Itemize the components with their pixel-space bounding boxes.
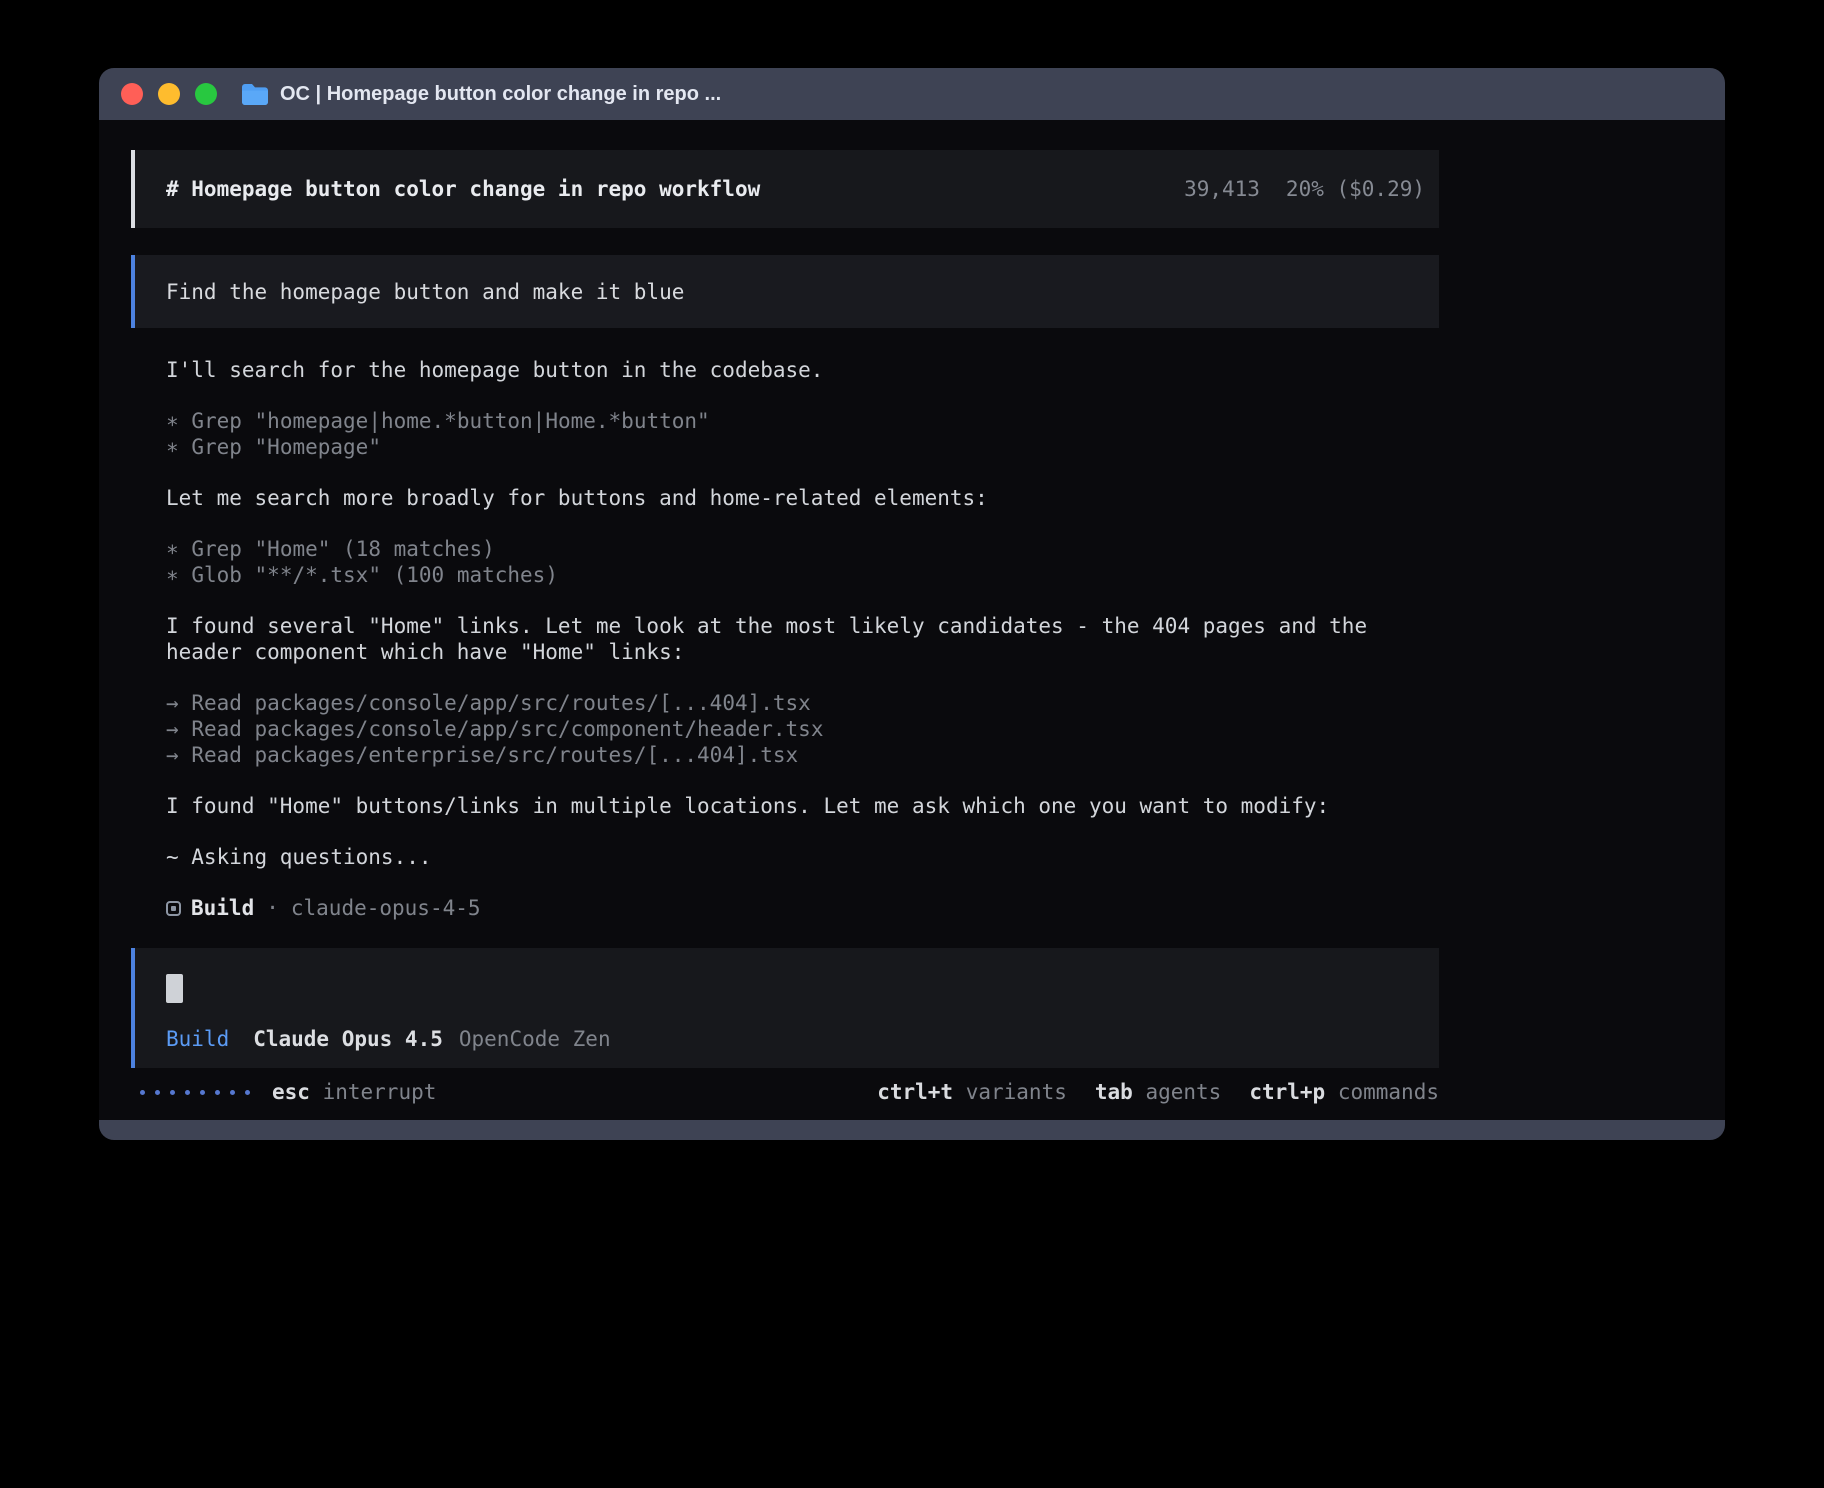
assistant-message: I'll search for the homepage button in t…	[166, 357, 1439, 383]
token-count: 39,413	[1184, 177, 1260, 201]
assistant-message: I found several "Home" links. Let me loo…	[166, 613, 1439, 665]
traffic-lights	[121, 83, 217, 105]
read-call: → Read packages/console/app/src/routes/[…	[166, 690, 1439, 716]
tool-call: ∗ Glob "**/*.tsx" (100 matches)	[166, 562, 1439, 588]
context-cost: 20% ($0.29)	[1286, 177, 1425, 201]
status-bar: esc interrupt ctrl+t variants tab agents…	[131, 1079, 1439, 1105]
model-status-line: Build Claude Opus 4.5 OpenCode Zen	[166, 1027, 1408, 1051]
user-message: Find the homepage button and make it blu…	[131, 255, 1439, 328]
tool-call-group: ∗ Grep "Home" (18 matches) ∗ Glob "**/*.…	[166, 536, 1439, 588]
read-call: → Read packages/console/app/src/componen…	[166, 716, 1439, 742]
model-provider: OpenCode Zen	[459, 1027, 611, 1051]
read-call-text: Read packages/enterprise/src/routes/[...…	[191, 743, 798, 767]
spinner-dot	[245, 1090, 250, 1095]
prompt-input[interactable]: Build Claude Opus 4.5 OpenCode Zen	[131, 948, 1439, 1068]
esc-label: interrupt	[323, 1080, 437, 1104]
session-stats: 39,413 20% ($0.29)	[1184, 177, 1425, 201]
close-button[interactable]	[121, 83, 143, 105]
text-cursor	[166, 974, 183, 1003]
tool-bullet-icon: ∗	[166, 563, 179, 587]
folder-icon	[241, 83, 269, 106]
window-titlebar: OC | Homepage button color change in rep…	[99, 68, 1725, 120]
shortcut-interrupt: esc interrupt	[272, 1080, 436, 1104]
spinner-dot	[200, 1090, 205, 1095]
spinner	[131, 1090, 250, 1095]
activity-status: ~ Asking questions...	[166, 844, 1439, 870]
zoom-button[interactable]	[195, 83, 217, 105]
tool-call: ∗ Grep "homepage|home.*button|Home.*butt…	[166, 408, 1439, 434]
agent-status-line: Build · claude-opus-4-5	[166, 895, 1439, 921]
tool-call-text: Glob "**/*.tsx" (100 matches)	[191, 563, 558, 587]
tool-bullet-icon: ∗	[166, 435, 179, 459]
read-call-text: Read packages/console/app/src/component/…	[191, 717, 823, 741]
conversation: I'll search for the homepage button in t…	[131, 357, 1439, 921]
tool-bullet-icon: ∗	[166, 537, 179, 561]
terminal-screen: # Homepage button color change in repo w…	[99, 120, 1725, 1120]
user-message-text: Find the homepage button and make it blu…	[166, 280, 684, 304]
window-bottom-bar	[99, 1120, 1725, 1140]
arrow-icon: →	[166, 743, 179, 767]
agent-icon	[166, 901, 181, 916]
shortcut-commands: ctrl+p commands	[1249, 1080, 1439, 1104]
tool-call-text: Grep "Homepage"	[191, 435, 381, 459]
shortcut-hints: ctrl+t variants tab agents ctrl+p comman…	[877, 1080, 1439, 1104]
shortcut-variants: ctrl+t variants	[877, 1080, 1067, 1104]
agent-mode-label[interactable]: Build	[166, 1027, 229, 1051]
separator-dot: ·	[266, 895, 279, 921]
window-title: OC | Homepage button color change in rep…	[280, 83, 721, 106]
minimize-button[interactable]	[158, 83, 180, 105]
tool-call-text: Grep "homepage|home.*button|Home.*button…	[191, 409, 709, 433]
tool-call-group: ∗ Grep "homepage|home.*button|Home.*butt…	[166, 408, 1439, 460]
spinner-dot	[215, 1090, 220, 1095]
assistant-message: I found "Home" buttons/links in multiple…	[166, 793, 1439, 819]
shortcut-agents: tab agents	[1095, 1080, 1221, 1104]
spinner-dot	[185, 1090, 190, 1095]
read-call-group: → Read packages/console/app/src/routes/[…	[166, 690, 1439, 768]
session-header: # Homepage button color change in repo w…	[131, 150, 1439, 228]
terminal-window: OC | Homepage button color change in rep…	[99, 68, 1725, 1140]
tool-call: ∗ Grep "Home" (18 matches)	[166, 536, 1439, 562]
assistant-message: Let me search more broadly for buttons a…	[166, 485, 1439, 511]
spinner-dot	[230, 1090, 235, 1095]
tool-bullet-icon: ∗	[166, 409, 179, 433]
tool-call-text: Grep "Home" (18 matches)	[191, 537, 494, 561]
arrow-icon: →	[166, 691, 179, 715]
read-call-text: Read packages/console/app/src/routes/[..…	[191, 691, 811, 715]
session-title: # Homepage button color change in repo w…	[166, 177, 760, 201]
spinner-dot	[140, 1090, 145, 1095]
arrow-icon: →	[166, 717, 179, 741]
spinner-dot	[170, 1090, 175, 1095]
model-name[interactable]: Claude Opus 4.5	[253, 1027, 443, 1051]
read-call: → Read packages/enterprise/src/routes/[.…	[166, 742, 1439, 768]
agent-name: Build	[191, 895, 254, 921]
esc-key: esc	[272, 1080, 310, 1104]
agent-model: claude-opus-4-5	[291, 895, 481, 921]
spinner-dot	[155, 1090, 160, 1095]
tool-call: ∗ Grep "Homepage"	[166, 434, 1439, 460]
